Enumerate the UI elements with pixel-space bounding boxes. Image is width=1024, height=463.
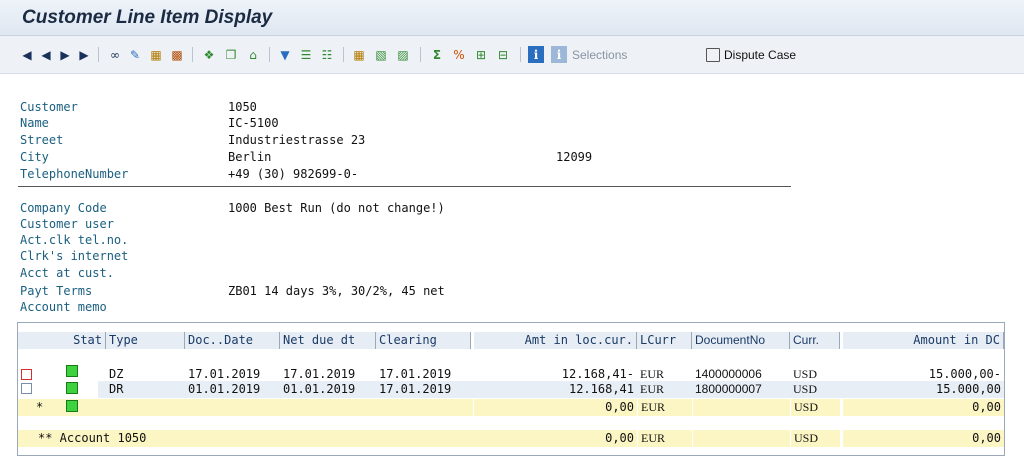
clerk-internet-label: Clrk's internet xyxy=(20,249,129,263)
dispute-document-icon[interactable] xyxy=(706,46,720,63)
next-page-icon[interactable]: ▶ xyxy=(58,46,72,63)
pencil-icon[interactable]: ✎ xyxy=(127,46,143,63)
column-header-curr[interactable]: Curr. xyxy=(790,332,840,349)
column-header-amount-dc[interactable]: Amount in DC xyxy=(843,332,1004,349)
total-label: ** Account 1050 xyxy=(18,430,474,447)
table-icon[interactable]: ▦ xyxy=(350,46,368,63)
lcurr-cell: EUR xyxy=(640,382,664,396)
amount-dc-cell: 15.000,00 xyxy=(935,382,1001,396)
dispute-case-button[interactable]: Dispute Case xyxy=(724,46,814,63)
column-header-net-due[interactable]: Net due dt xyxy=(280,332,376,349)
chart-icon[interactable]: ▩ xyxy=(168,46,186,63)
sort-descending-icon[interactable]: ☷ xyxy=(318,46,336,63)
account-memo-label: Account memo xyxy=(20,300,107,314)
last-page-icon[interactable]: ▶​ xyxy=(77,46,91,63)
customer-label: Customer xyxy=(20,100,78,114)
payt-terms-label: Payt Terms xyxy=(20,284,93,298)
filter-icon[interactable]: ▼ xyxy=(276,46,294,63)
acct-at-cust-label: Acct at cust. xyxy=(20,266,114,280)
toolbar-separator xyxy=(343,47,344,62)
previous-page-icon[interactable]: ◀ xyxy=(39,46,53,63)
type-cell: DR xyxy=(109,382,124,396)
subtotal-lcurr: EUR xyxy=(637,399,692,416)
doc-date-cell: 01.01.2019 xyxy=(188,382,261,396)
postal-code-value: 12099 xyxy=(556,150,593,164)
clearing-cell: 17.01.2019 xyxy=(379,382,452,396)
column-header-document-no[interactable]: DocumentNo xyxy=(692,332,790,349)
subtotal-marker: * xyxy=(18,399,106,416)
page-title: Customer Line Item Display xyxy=(22,7,273,28)
street-label: Street xyxy=(20,133,64,147)
document-no-cell[interactable]: 1800000007 xyxy=(692,381,790,398)
company-code-label: Company Code xyxy=(20,201,107,215)
application-toolbar: ◀​ ◀ ▶ ▶​ ∞ ✎ ▦ ▩ ❖ ❐ ⌂ ▼ ☰ ☷ ▦ ▧ ▨ Σ % … xyxy=(0,36,1024,74)
subtotal-curr: USD xyxy=(790,399,840,416)
house-icon[interactable]: ⌂ xyxy=(244,46,262,63)
telephone-label: TelephoneNumber xyxy=(20,167,129,181)
selections-button[interactable]: Selections xyxy=(572,46,688,63)
total-lcurr: EUR xyxy=(637,430,692,447)
total-amt-loc: 0,00 xyxy=(474,430,637,447)
selections-info-icon[interactable]: i xyxy=(551,46,567,63)
column-header-amt-loc[interactable]: Amt in loc.cur. xyxy=(474,332,637,349)
header-divider xyxy=(18,186,791,187)
sum-icon[interactable]: Σ xyxy=(428,46,446,63)
column-header-lcurr[interactable]: LCurr xyxy=(637,332,692,349)
total-amount-dc: 0,00 xyxy=(843,430,1004,447)
status-icon xyxy=(66,365,78,377)
info-icon[interactable]: i xyxy=(528,46,544,63)
table-export-icon[interactable]: ▨ xyxy=(394,46,412,63)
toolbar-separator xyxy=(192,47,193,62)
row-select-checkbox[interactable] xyxy=(21,369,32,380)
first-page-icon[interactable]: ◀​ xyxy=(20,46,34,63)
city-label: City xyxy=(20,150,49,164)
expand-icon[interactable]: ⊞ xyxy=(472,46,490,63)
toolbar-separator xyxy=(520,47,521,62)
payt-terms-value: ZB01 14 days 3%, 30/2%, 45 net xyxy=(228,284,445,298)
column-header-doc-date[interactable]: Doc..Date xyxy=(185,332,280,349)
subtotal-amt-loc: 0,00 xyxy=(474,399,637,416)
subtotal-amount-dc: 0,00 xyxy=(843,399,1004,416)
column-header-type[interactable]: Type xyxy=(106,332,185,349)
net-due-cell: 01.01.2019 xyxy=(283,382,356,396)
copy-icon[interactable]: ❐ xyxy=(222,46,240,63)
total-docno-blank xyxy=(692,430,790,447)
sort-ascending-icon[interactable]: ☰ xyxy=(297,46,315,63)
status-icon xyxy=(66,382,78,394)
total-curr: USD xyxy=(790,430,840,447)
line-item-grid: Stat Type Doc..Date Net due dt Clearing … xyxy=(17,322,1005,456)
customer-value: 1050 xyxy=(228,100,257,114)
amt-loc-cell: 12.168,41 xyxy=(568,382,634,396)
toolbar-separator xyxy=(98,47,99,62)
city-value: Berlin xyxy=(228,150,272,164)
subtotal-icon[interactable]: % xyxy=(450,46,468,63)
row-select-checkbox[interactable] xyxy=(21,383,32,394)
name-label: Name xyxy=(20,116,49,130)
grid-icon[interactable]: ▦ xyxy=(147,46,165,63)
curr-cell: USD xyxy=(793,382,818,396)
name-value: IC-5100 xyxy=(228,116,279,130)
column-header-stat[interactable]: Stat xyxy=(18,332,106,349)
title-bar: Customer Line Item Display xyxy=(0,0,1024,36)
toolbar-separator xyxy=(269,47,270,62)
glasses-icon[interactable]: ∞ xyxy=(106,46,124,63)
street-value: Industriestrasse 23 xyxy=(228,133,366,147)
toolbar-separator xyxy=(420,47,421,62)
puzzle-icon[interactable]: ❖ xyxy=(200,46,218,63)
collapse-icon[interactable]: ⊟ xyxy=(494,46,512,63)
subtotal-docno-blank xyxy=(692,399,790,416)
telephone-value: +49 (30) 982699-0- xyxy=(228,167,359,181)
subtotal-blank xyxy=(106,399,474,416)
status-icon xyxy=(66,400,78,412)
column-header-clearing[interactable]: Clearing xyxy=(376,332,471,349)
act-clk-label: Act.clk tel.no. xyxy=(20,233,129,247)
company-code-value: 1000 Best Run (do not change!) xyxy=(228,201,445,215)
table-add-icon[interactable]: ▧ xyxy=(372,46,390,63)
customer-user-label: Customer user xyxy=(20,217,114,231)
